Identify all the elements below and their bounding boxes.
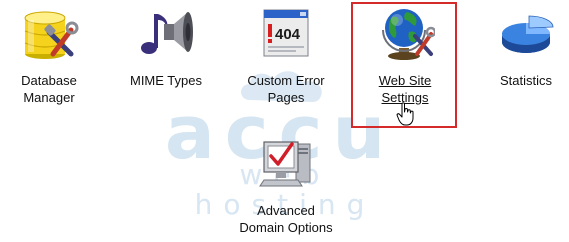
error-404-badge: 404 <box>275 26 301 43</box>
web-site-settings-item[interactable]: Web Site Settings <box>352 4 458 106</box>
mime-types-label: MIME Types <box>129 73 202 88</box>
database-manager-label: Database Manager <box>21 73 77 105</box>
advanced-domain-options-label: Advanced Domain Options <box>239 203 333 235</box>
statistics-icon <box>502 15 554 53</box>
custom-error-pages-item[interactable]: 404 Custom Error Pages <box>230 4 342 106</box>
database-manager-item[interactable]: Database Manager <box>6 4 92 106</box>
statistics-item[interactable]: Statistics <box>488 4 564 89</box>
mime-types-item[interactable]: MIME Types <box>113 4 219 89</box>
mime-types-icon <box>141 12 193 54</box>
web-site-settings-icon <box>382 9 435 60</box>
advanced-domain-options-icon <box>259 141 311 187</box>
statistics-label: Statistics <box>499 73 552 88</box>
hand-pointer-icon <box>396 102 414 126</box>
database-manager-icon <box>24 11 79 59</box>
custom-error-pages-label: Custom Error Pages <box>247 73 325 105</box>
advanced-domain-options-item[interactable]: Advanced Domain Options <box>218 134 354 236</box>
custom-error-pages-icon: 404 <box>263 9 309 57</box>
web-site-settings-label: Web Site Settings <box>378 73 432 105</box>
